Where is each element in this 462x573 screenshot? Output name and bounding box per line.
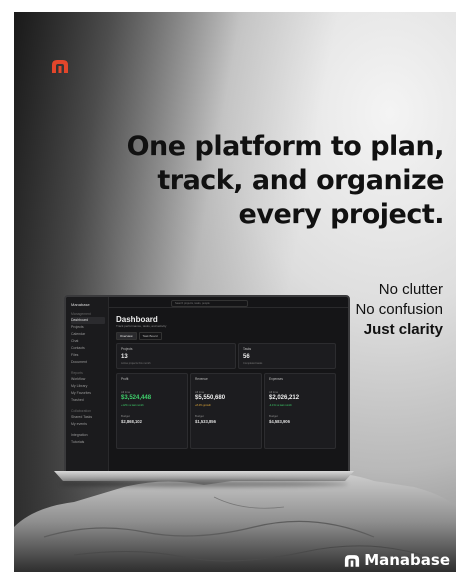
poster: One platform to plan, track, and organiz… — [14, 12, 456, 572]
page-frame: One platform to plan, track, and organiz… — [0, 0, 462, 573]
tagline-line-2: No confusion — [355, 301, 443, 318]
expenses-card: Expenses All time $2,026,212 -4.1% vs la… — [264, 373, 336, 449]
headline-line-3: every project. — [238, 199, 445, 230]
expenses-label: Expenses — [269, 377, 283, 381]
tab-overview[interactable]: Overview — [116, 332, 137, 340]
headline: One platform to plan, track, and organiz… — [84, 130, 445, 232]
sidebar-item-trashed[interactable]: Trashed — [71, 397, 108, 404]
headline-line-1: One platform to plan, — [126, 131, 445, 162]
tab-task-board[interactable]: Task Board — [138, 332, 162, 340]
page-subtitle: Track performance, tasks, and activity — [116, 324, 167, 328]
manabase-logo-icon — [345, 554, 360, 567]
sidebar-item-my-favorites[interactable]: My Favorites — [71, 390, 108, 397]
expenses-row1-label: All time — [269, 390, 279, 394]
expenses-note: -4.1% vs last month — [269, 404, 292, 407]
profit-budget-value: $2,868,102 — [121, 419, 142, 424]
sidebar-item-dashboard[interactable]: Dashboard — [71, 317, 105, 324]
profit-value: $3,524,448 — [121, 395, 152, 401]
sidebar-item-document[interactable]: Document — [71, 359, 108, 366]
laptop-shadow — [60, 481, 348, 487]
revenue-value: $5,550,680 — [195, 395, 226, 401]
brand-footer: Manabase — [344, 551, 450, 569]
profit-row1-label: All time — [121, 390, 131, 394]
profit-note: +12% vs last month — [121, 404, 144, 407]
laptop-screen: Manabase Management Dashboard Projects C… — [64, 295, 350, 477]
laptop-mockup: Manabase Management Dashboard Projects C… — [54, 295, 354, 487]
revenue-row1-label: All time — [195, 390, 205, 394]
revenue-note: +8.4% growth — [195, 404, 211, 407]
profit-label: Profit — [121, 377, 129, 381]
projects-value: 13 — [121, 354, 128, 360]
laptop-base — [54, 471, 354, 481]
profit-card: Profit All time $3,524,448 +12% vs last … — [116, 373, 188, 449]
sidebar-item-my-events[interactable]: My events — [71, 421, 108, 428]
sidebar-item-workflow[interactable]: Workflow — [71, 376, 108, 383]
revenue-budget-value: $1,533,856 — [195, 419, 216, 424]
projects-card: Projects 13 Active projects this month — [116, 343, 236, 369]
tagline-line-1: No clutter — [378, 281, 443, 298]
dashboard-tabs: Overview Task Board — [116, 332, 162, 340]
brand-name: Manabase — [364, 551, 450, 569]
expenses-budget-value: $4,583,906 — [269, 419, 290, 424]
sidebar-item-shared-tasks[interactable]: Shared Tasks — [71, 414, 108, 421]
headline-line-2: track, and organize — [157, 165, 444, 196]
tasks-label: Tasks — [243, 347, 252, 351]
tasks-note: Completed tasks — [243, 362, 263, 365]
revenue-label: Revenue — [195, 377, 208, 381]
app-sidebar: Manabase Management Dashboard Projects C… — [66, 297, 109, 475]
sidebar-item-my-library[interactable]: My Library — [71, 383, 108, 390]
tagline: No clutter No confusion Just clarity — [355, 280, 443, 340]
page-title: Dashboard — [116, 315, 158, 324]
expenses-row2-label: Budget — [269, 414, 278, 418]
sidebar-item-chat[interactable]: Chat — [71, 338, 108, 345]
search-input[interactable]: Search projects, tasks, people — [171, 300, 248, 307]
tagline-line-3: Just clarity — [363, 321, 443, 338]
sidebar-item-calendar[interactable]: Calendar — [71, 331, 108, 338]
tasks-value: 56 — [243, 354, 250, 360]
app-main: Search projects, tasks, people Dashboard… — [109, 297, 348, 475]
tasks-card: Tasks 56 Completed tasks — [238, 343, 336, 369]
sidebar-item-tutorials[interactable]: Tutorials — [71, 439, 108, 446]
sidebar-item-projects[interactable]: Projects — [71, 324, 108, 331]
sidebar-item-contacts[interactable]: Contacts — [71, 345, 108, 352]
profit-row2-label: Budget — [121, 414, 130, 418]
expenses-value: $2,026,212 — [269, 395, 300, 401]
manabase-logo-icon — [52, 60, 68, 73]
revenue-card: Revenue All time $5,550,680 +8.4% growth… — [190, 373, 262, 449]
sidebar-item-integration[interactable]: Integration — [71, 432, 108, 439]
projects-note: Active projects this month — [121, 362, 151, 365]
sidebar-item-files[interactable]: Files — [71, 352, 108, 359]
projects-label: Projects — [121, 347, 133, 351]
app-brand: Manabase — [71, 302, 90, 307]
revenue-row2-label: Budget — [195, 414, 204, 418]
